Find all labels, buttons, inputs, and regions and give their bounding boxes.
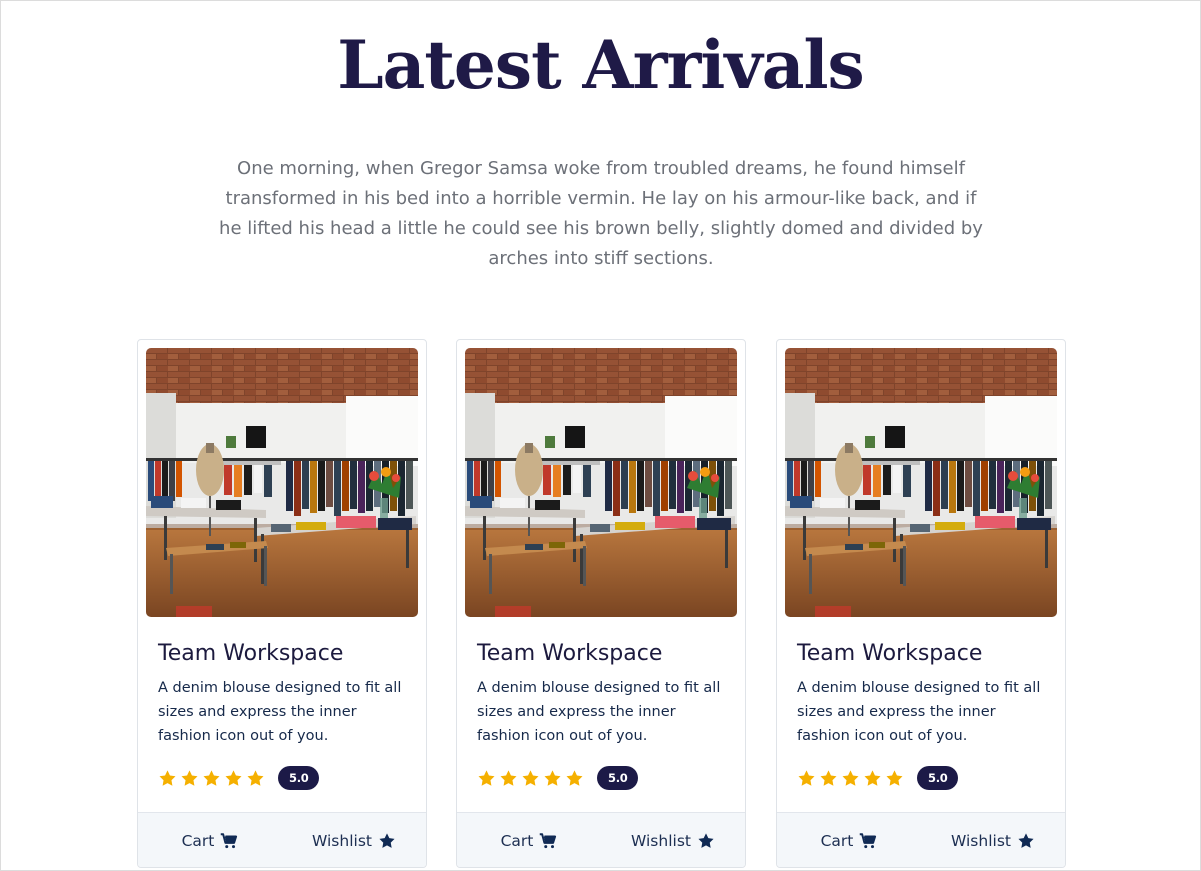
product-description: A denim blouse designed to fit all sizes… [477, 680, 721, 744]
shopping-cart-icon [220, 832, 238, 850]
wishlist-button[interactable]: Wishlist [601, 832, 745, 850]
star-icon [863, 769, 882, 788]
star-icon [180, 769, 199, 788]
rating-stars [797, 769, 904, 788]
rating-badge: 5.0 [917, 766, 959, 790]
product-description: A denim blouse designed to fit all sizes… [158, 680, 402, 744]
clothing-store-photo-icon [146, 348, 418, 617]
wishlist-label: Wishlist [951, 832, 1011, 850]
wishlist-label: Wishlist [631, 832, 691, 850]
product-rating: 5.0 [158, 765, 320, 791]
rating-badge: 5.0 [278, 766, 320, 790]
clothing-store-photo-icon [785, 348, 1057, 617]
star-icon [841, 769, 860, 788]
star-icon [224, 769, 243, 788]
product-card: Team Workspace A denim blouse designed t… [137, 339, 427, 868]
cart-button[interactable]: Cart [457, 832, 601, 850]
star-icon [543, 769, 562, 788]
star-icon [697, 832, 715, 850]
star-icon [1017, 832, 1035, 850]
cart-label: Cart [500, 832, 534, 850]
rating-badge: 5.0 [597, 766, 639, 790]
product-description: A denim blouse designed to fit all sizes… [797, 680, 1041, 744]
rating-stars [158, 769, 265, 788]
intro-text: One morning, when Gregor Samsa woke from… [219, 158, 983, 269]
cart-button[interactable]: Cart [138, 832, 282, 850]
star-icon [885, 769, 904, 788]
card-footer: Cart Wishlist [457, 812, 745, 867]
product-image[interactable] [785, 348, 1057, 617]
product-card: Team Workspace A denim blouse designed t… [456, 339, 746, 868]
cart-label: Cart [820, 832, 854, 850]
star-icon [499, 769, 518, 788]
star-icon [797, 769, 816, 788]
product-rating: 5.0 [797, 765, 959, 791]
product-image[interactable] [146, 348, 418, 617]
product-title[interactable]: Team Workspace [158, 639, 343, 669]
star-icon [246, 769, 265, 788]
star-icon [202, 769, 221, 788]
star-icon [565, 769, 584, 788]
shopping-cart-icon [859, 832, 877, 850]
star-icon [521, 769, 540, 788]
page-title: Latest Arrivals [337, 26, 864, 104]
product-rating: 5.0 [477, 765, 639, 791]
clothing-store-photo-icon [465, 348, 737, 617]
star-icon [378, 832, 396, 850]
cart-label: Cart [181, 832, 215, 850]
rating-stars [477, 769, 584, 788]
wishlist-button[interactable]: Wishlist [282, 832, 426, 850]
star-icon [819, 769, 838, 788]
card-footer: Cart Wishlist [777, 812, 1065, 867]
wishlist-label: Wishlist [312, 832, 372, 850]
cart-button[interactable]: Cart [777, 832, 921, 850]
card-footer: Cart Wishlist [138, 812, 426, 867]
product-image[interactable] [465, 348, 737, 617]
star-icon [477, 769, 496, 788]
product-card: Team Workspace A denim blouse designed t… [776, 339, 1066, 868]
star-icon [158, 769, 177, 788]
wishlist-button[interactable]: Wishlist [921, 832, 1065, 850]
product-title[interactable]: Team Workspace [477, 639, 662, 669]
product-title[interactable]: Team Workspace [797, 639, 982, 669]
shopping-cart-icon [539, 832, 557, 850]
